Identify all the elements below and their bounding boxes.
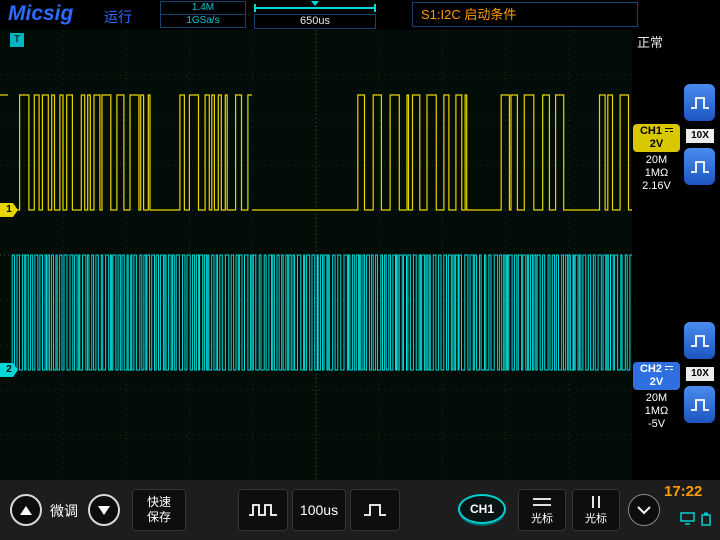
trigger-condition[interactable]: S1:I2C 启动条件	[412, 2, 638, 27]
double-pulse-icon	[247, 499, 279, 521]
pulse-icon	[689, 93, 711, 113]
triangle-up-icon	[20, 506, 32, 515]
run-status[interactable]: 运行	[104, 7, 132, 27]
ch2-probe-ratio[interactable]: 10X	[686, 367, 714, 381]
fine-adjust-label: 微调	[50, 501, 78, 521]
acquisition-info[interactable]: 1.4M 1GSa/s	[160, 1, 246, 28]
timebase-value[interactable]: 100us	[292, 489, 346, 531]
pulse-icon	[689, 157, 711, 177]
status-icons	[680, 512, 711, 526]
ch1-trigger-slope-button[interactable]	[684, 84, 715, 121]
cursor-b-label: 光标	[585, 510, 607, 526]
pulse-icon	[689, 331, 711, 351]
right-panel: 正常 CH1 2V 10X 20M 1MΩ 2.16V	[632, 30, 720, 480]
quick-save-line1: 快速	[133, 495, 185, 510]
ch2-bandwidth: 20M	[633, 392, 680, 405]
ch2-scale: 2V	[633, 376, 680, 389]
dc-coupling-icon	[665, 365, 673, 371]
cursor-a-label: 光标	[531, 510, 553, 526]
trigger-marker[interactable]: T	[10, 33, 24, 47]
chevron-down-icon	[636, 505, 652, 515]
triangle-down-icon	[98, 506, 110, 515]
pulse-icon	[689, 395, 711, 415]
ch2-label-row: CH2	[633, 363, 680, 376]
horizontal-cursor-button[interactable]: 光标	[518, 489, 566, 531]
window-left-cap	[254, 4, 256, 12]
ch1-pulse-button[interactable]	[684, 148, 715, 185]
horizontal-cursors-icon	[531, 495, 553, 509]
timebase-widget[interactable]: 650us	[254, 1, 376, 28]
ch2-badge[interactable]: CH2 2V	[633, 362, 680, 390]
ch2-offset: -5V	[633, 418, 680, 431]
ch1-badge[interactable]: CH1 2V	[633, 124, 680, 152]
adjust-up-button[interactable]	[10, 494, 42, 526]
vertical-cursor-button[interactable]: 光标	[572, 489, 620, 531]
display-status-icon[interactable]	[680, 512, 695, 526]
adjust-down-button[interactable]	[88, 494, 120, 526]
memory-window-bar[interactable]	[254, 7, 376, 9]
oscilloscope-screen: Micsig 运行 1.4M 1GSa/s 650us S1:I2C 启动条件 …	[0, 0, 720, 540]
battery-status-icon[interactable]	[701, 512, 711, 526]
ch2-pulse-button[interactable]	[684, 386, 715, 423]
clock: 17:22	[664, 483, 702, 500]
ch2-readouts: 20M 1MΩ -5V	[633, 392, 680, 431]
quick-save-line2: 保存	[133, 510, 185, 525]
ch1-offset: 2.16V	[633, 180, 680, 193]
ch1-scale: 2V	[633, 138, 680, 151]
acquisition-mode: 正常	[637, 32, 663, 51]
waveform-display[interactable]: T 1 2	[0, 30, 632, 480]
micsig-logo: Micsig	[8, 2, 73, 26]
ch1-probe-ratio[interactable]: 10X	[686, 129, 714, 143]
ch1-impedance: 1MΩ	[633, 167, 680, 180]
zoom-out-timebase-button[interactable]	[238, 489, 288, 531]
dc-coupling-icon	[665, 127, 673, 133]
active-channel-button[interactable]: CH1	[458, 494, 506, 524]
single-pulse-icon	[362, 499, 388, 521]
bottom-bar: 微调 快速 保存 100us CH1 光标	[0, 480, 720, 540]
collapse-menu-button[interactable]	[628, 494, 660, 526]
sample-rate: 1GSa/s	[160, 14, 246, 28]
memory-depth: 1.4M	[160, 1, 246, 15]
ch1-readouts: 20M 1MΩ 2.16V	[633, 154, 680, 193]
zoom-in-timebase-button[interactable]	[350, 489, 400, 531]
ch2-impedance: 1MΩ	[633, 405, 680, 418]
ch2-trigger-slope-button[interactable]	[684, 322, 715, 359]
ch1-label-row: CH1	[633, 125, 680, 138]
vertical-cursors-icon	[585, 495, 607, 509]
window-time[interactable]: 650us	[254, 14, 376, 29]
window-right-cap	[374, 4, 376, 12]
waveform-svg	[0, 30, 632, 480]
top-bar: Micsig 运行 1.4M 1GSa/s 650us S1:I2C 启动条件	[0, 0, 720, 30]
ch1-bandwidth: 20M	[633, 154, 680, 167]
trigger-position-icon[interactable]	[311, 1, 319, 6]
quick-save-button[interactable]: 快速 保存	[132, 489, 186, 531]
